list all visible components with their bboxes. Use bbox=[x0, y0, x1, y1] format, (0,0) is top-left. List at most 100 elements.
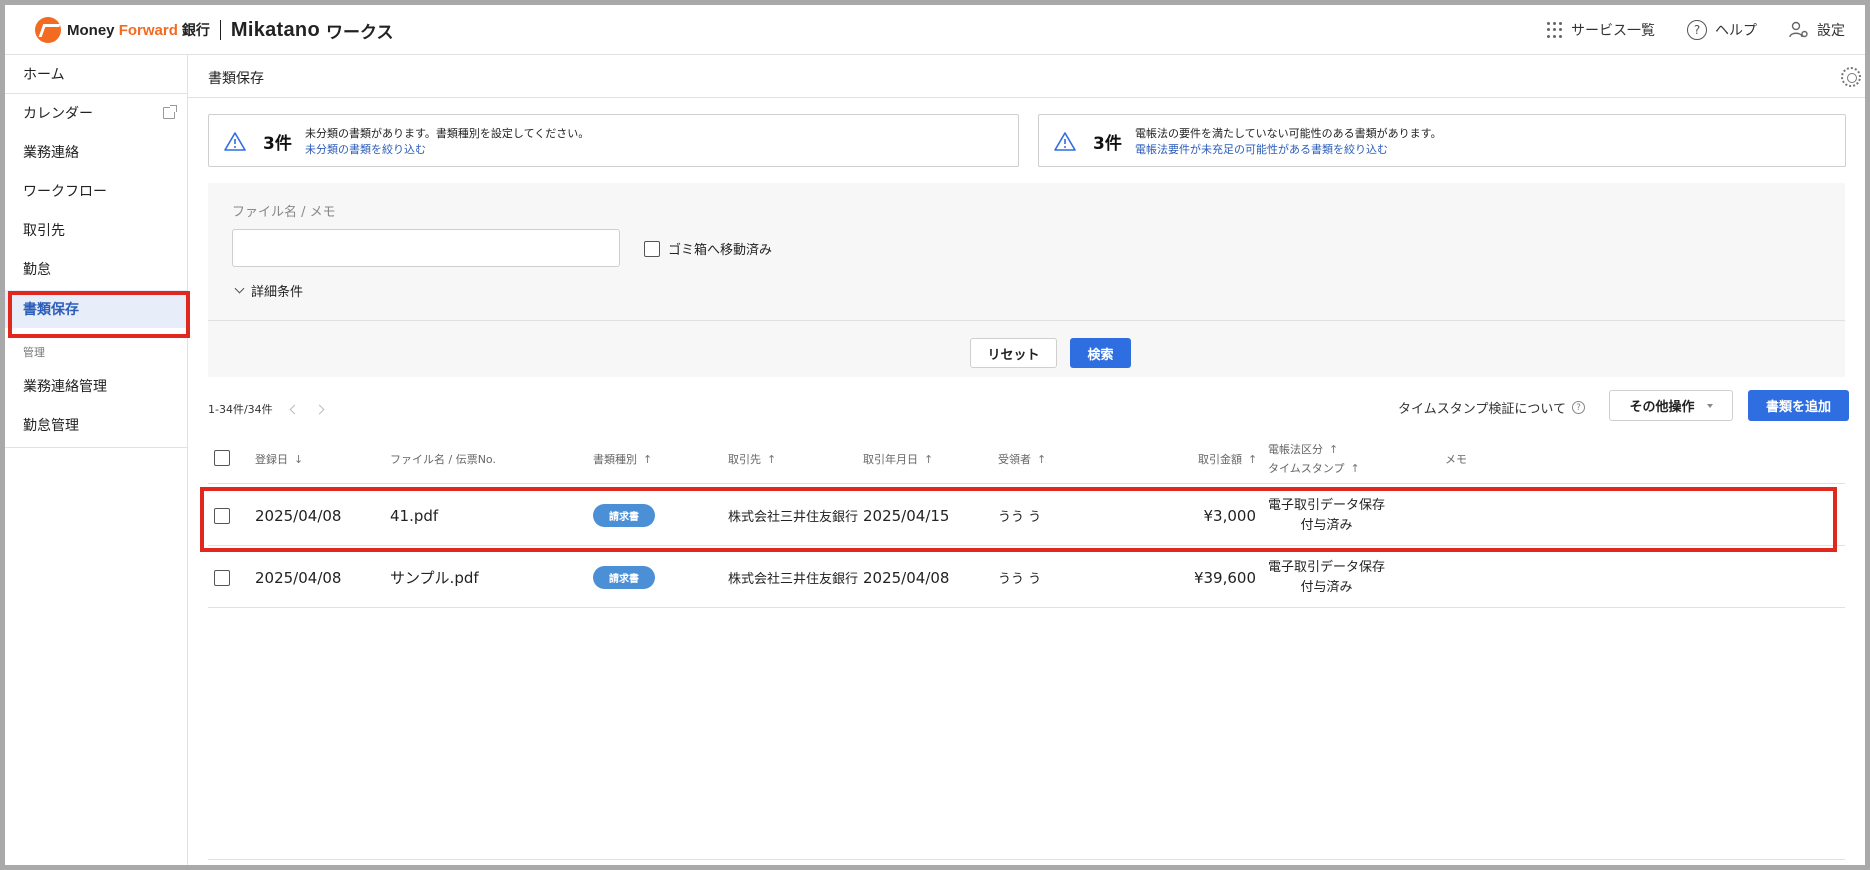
row-checkbox[interactable] bbox=[214, 569, 230, 586]
notice-text: 電帳法の要件を満たしていない可能性のある書類があります。 電帳法要件が未充足の可… bbox=[1135, 126, 1442, 158]
help-button[interactable]: ? ヘルプ bbox=[1687, 20, 1757, 40]
sidebar-item-attendance[interactable]: 勤怠 bbox=[5, 250, 187, 288]
cell-receiver: うう う bbox=[998, 510, 1042, 525]
col-header-receiver[interactable]: 受領者 ↑ bbox=[998, 451, 1046, 467]
paging-count: 1-34件/34件 bbox=[208, 403, 273, 416]
cell-timestamp: 付与済み bbox=[1300, 579, 1353, 595]
trash-checkbox[interactable] bbox=[644, 240, 660, 257]
apps-grid-icon bbox=[1547, 22, 1563, 38]
table-row[interactable]: 2025/04/08 41.pdf 請求書 株式会社三井住友銀行 2025/04… bbox=[208, 485, 1845, 546]
sort-down-icon: ↓ bbox=[294, 452, 304, 466]
cell-date: 2025/04/08 bbox=[255, 506, 342, 525]
trash-filter[interactable]: ゴミ箱へ移動済み bbox=[644, 239, 772, 258]
sidebar-item-partners[interactable]: 取引先 bbox=[5, 211, 187, 249]
services-menu-button[interactable]: サービス一覧 bbox=[1547, 20, 1655, 40]
document-type-badge: 請求書 bbox=[593, 504, 655, 527]
logo-brand: Money Forward bbox=[67, 21, 178, 39]
filename-memo-label: ファイル名 / メモ bbox=[232, 205, 336, 220]
col-header-law[interactable]: 電帳法区分 ↑ bbox=[1268, 441, 1338, 457]
sidebar-item-attendance-admin[interactable]: 勤怠管理 bbox=[5, 406, 187, 444]
question-icon: ? bbox=[1571, 401, 1585, 414]
sidebar-item-business-contact-admin[interactable]: 業務連絡管理 bbox=[5, 367, 187, 405]
logo-works: ワークス bbox=[325, 22, 394, 43]
top-actions: サービス一覧 ? ヘルプ 設定 bbox=[1547, 5, 1845, 55]
cell-trade-date: 2025/04/08 bbox=[863, 568, 950, 587]
sidebar-item-home[interactable]: ホーム bbox=[5, 55, 187, 93]
sidebar-item-document-storage[interactable]: 書類保存 bbox=[5, 290, 187, 328]
sidebar-item-label: カレンダー bbox=[23, 106, 93, 122]
col-header-type[interactable]: 書類種別 ↑ bbox=[593, 451, 652, 467]
unclassified-notice: 3件 未分類の書類があります。書類種別を設定してください。 未分類の書類を絞り込… bbox=[208, 114, 1019, 167]
sort-up-icon: ↑ bbox=[1329, 442, 1339, 456]
cell-date: 2025/04/08 bbox=[255, 568, 342, 587]
filename-memo-input[interactable] bbox=[232, 229, 620, 267]
money-forward-logo-icon bbox=[35, 17, 61, 43]
notice-count: 3件 bbox=[263, 134, 292, 154]
table-bottom-divider bbox=[208, 859, 1845, 860]
col-header-memo: メモ bbox=[1445, 453, 1467, 466]
sidebar-item-label: 業務連絡管理 bbox=[23, 379, 107, 395]
filter-unclassified-link[interactable]: 未分類の書類を絞り込む bbox=[305, 142, 589, 158]
sidebar-item-business-contact[interactable]: 業務連絡 bbox=[5, 133, 187, 171]
col-header-amount[interactable]: 取引金額 ↑ bbox=[1198, 451, 1257, 467]
sort-up-icon: ↑ bbox=[1037, 452, 1047, 466]
notice-message: 未分類の書類があります。書類種別を設定してください。 bbox=[305, 127, 590, 140]
sidebar: ホーム カレンダー 業務連絡 ワークフロー 取引先 勤怠 書類保存 管理 業務連… bbox=[5, 55, 188, 865]
col-header-trade-date[interactable]: 取引年月日 ↑ bbox=[863, 451, 933, 467]
chevron-right-icon[interactable] bbox=[314, 404, 325, 414]
reset-button[interactable]: リセット bbox=[970, 338, 1057, 368]
add-document-button[interactable]: 書類を追加 bbox=[1748, 390, 1849, 421]
cell-trade-date: 2025/04/15 bbox=[863, 506, 950, 525]
detail-conditions-toggle[interactable]: 詳細条件 bbox=[234, 281, 304, 300]
other-operations-button[interactable]: その他操作 bbox=[1609, 390, 1733, 421]
row-checkbox[interactable] bbox=[214, 507, 230, 524]
trash-label: ゴミ箱へ移動済み bbox=[668, 243, 773, 258]
cell-file[interactable]: 41.pdf bbox=[390, 485, 438, 546]
document-type-badge: 請求書 bbox=[593, 566, 655, 589]
main-content: 書類保存 3件 未分類の書類があります。書類種別を設定してください。 未分類の書… bbox=[188, 55, 1865, 865]
cell-law: 電子取引データ保存 bbox=[1268, 559, 1386, 575]
settings-label: 設定 bbox=[1817, 23, 1845, 39]
page-header: 書類保存 bbox=[188, 55, 1865, 98]
sidebar-section-admin: 管理 bbox=[23, 346, 45, 359]
filter-divider bbox=[208, 320, 1845, 321]
cell-receiver: うう う bbox=[998, 572, 1042, 587]
sort-up-icon: ↑ bbox=[767, 452, 777, 466]
help-icon: ? bbox=[1687, 20, 1707, 40]
cell-partner: 株式会社三井住友銀行 bbox=[728, 510, 859, 525]
search-button[interactable]: 検索 bbox=[1070, 338, 1131, 368]
notice-text: 未分類の書類があります。書類種別を設定してください。 未分類の書類を絞り込む bbox=[305, 126, 589, 158]
cell-file[interactable]: サンプル.pdf bbox=[390, 547, 479, 608]
warning-icon bbox=[1054, 132, 1076, 151]
sidebar-item-workflow[interactable]: ワークフロー bbox=[5, 172, 187, 210]
table-row[interactable]: 2025/04/08 サンプル.pdf 請求書 株式会社三井住友銀行 2025/… bbox=[208, 547, 1845, 608]
detail-conditions-label: 詳細条件 bbox=[251, 285, 304, 300]
settings-button[interactable]: 設定 bbox=[1789, 20, 1845, 40]
services-label: サービス一覧 bbox=[1571, 23, 1655, 39]
sidebar-item-label: 勤怠 bbox=[23, 262, 51, 278]
sidebar-item-calendar[interactable]: カレンダー bbox=[5, 94, 187, 132]
sort-up-icon: ↑ bbox=[1248, 452, 1258, 466]
app-logo[interactable]: Money Forward 銀行 Mikatano ワークス bbox=[35, 17, 393, 43]
chevron-down-icon bbox=[234, 283, 245, 294]
sidebar-item-label: 取引先 bbox=[23, 223, 65, 239]
gear-icon[interactable] bbox=[1841, 67, 1861, 87]
sort-up-icon: ↑ bbox=[924, 452, 934, 466]
chevron-left-icon[interactable] bbox=[289, 404, 300, 414]
ebook-law-notice: 3件 電帳法の要件を満たしていない可能性のある書類があります。 電帳法要件が未充… bbox=[1038, 114, 1846, 167]
logo-bank: 銀行 bbox=[181, 23, 210, 39]
filter-noncompliant-link[interactable]: 電帳法要件が未充足の可能性がある書類を絞り込む bbox=[1135, 142, 1442, 158]
col-header-timestamp[interactable]: タイムスタンプ ↑ bbox=[1268, 460, 1360, 476]
notice-message: 電帳法の要件を満たしていない可能性のある書類があります。 bbox=[1135, 127, 1442, 140]
sort-up-icon: ↑ bbox=[1350, 461, 1360, 475]
select-all-checkbox[interactable] bbox=[214, 450, 230, 466]
timestamp-info-link[interactable]: タイムスタンプ検証について ? bbox=[1398, 398, 1585, 417]
sort-up-icon: ↑ bbox=[643, 452, 653, 466]
cell-partner: 株式会社三井住友銀行 bbox=[728, 572, 859, 587]
sidebar-item-label: 勤怠管理 bbox=[23, 418, 79, 434]
col-header-date[interactable]: 登録日 ↓ bbox=[255, 451, 303, 467]
user-settings-icon bbox=[1789, 21, 1808, 38]
cell-amount: ¥3,000 bbox=[1203, 506, 1257, 525]
col-header-partner[interactable]: 取引先 ↑ bbox=[728, 451, 776, 467]
page-title: 書類保存 bbox=[208, 71, 264, 87]
